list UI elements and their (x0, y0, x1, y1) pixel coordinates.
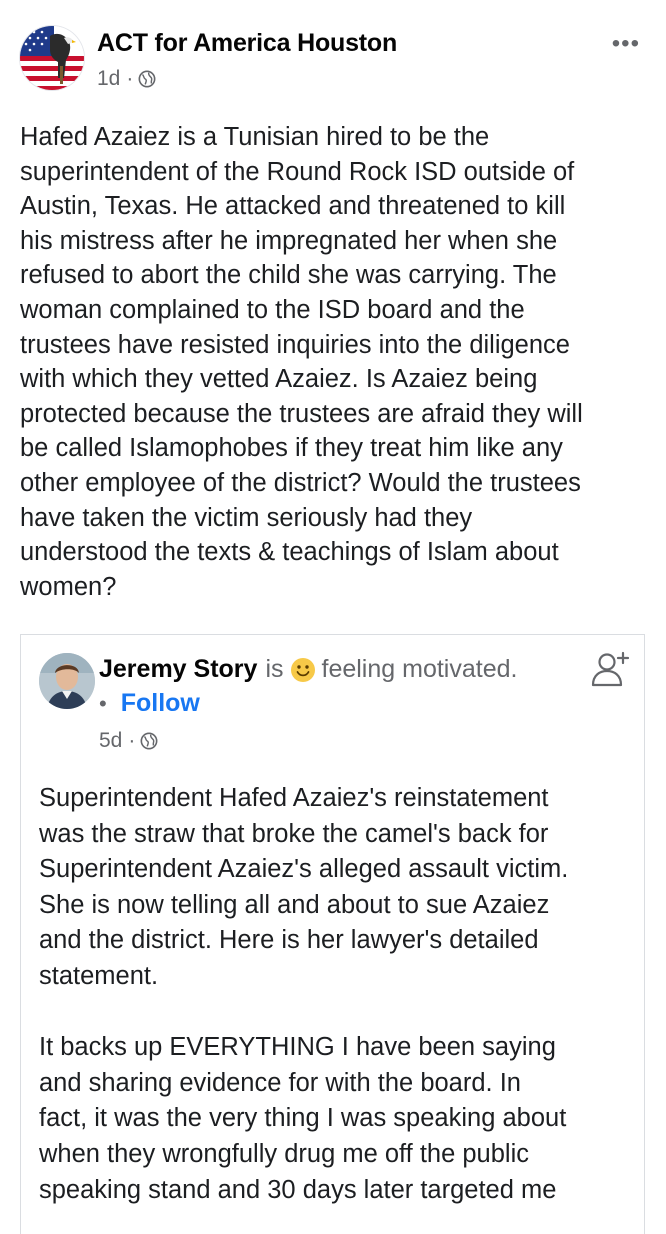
shared-meta-separator: · (128, 729, 136, 752)
follow-button[interactable]: Follow (121, 689, 200, 718)
meta-separator: · (126, 67, 134, 90)
shared-time[interactable]: 5d (99, 729, 122, 753)
globe-icon (140, 732, 158, 750)
post-meta: 1d · (97, 67, 156, 91)
post-body-text: Hafed Azaiez is a Tunisian hired to be t… (20, 123, 583, 601)
post-time[interactable]: 1d (97, 67, 120, 91)
bullet-separator: • (99, 690, 107, 716)
smiling-face-emoji-icon (290, 657, 315, 682)
globe-icon (138, 70, 156, 88)
page-avatar[interactable] (20, 26, 84, 90)
shared-post-card[interactable]: Jeremy Story is feeling motivated. • Fol… (20, 634, 645, 1234)
feeling-text: feeling motivated. (321, 655, 518, 683)
add-friend-icon[interactable] (590, 649, 630, 689)
more-options-icon[interactable]: ••• (612, 30, 640, 58)
page-name[interactable]: ACT for America Houston (97, 29, 397, 58)
profile-photo-avatar-icon (39, 653, 95, 709)
flag-eagle-avatar-icon (20, 26, 84, 90)
shared-is-word: is (265, 655, 284, 683)
shared-header-line: Jeremy Story is feeling motivated. (99, 655, 517, 684)
shared-author-avatar[interactable] (39, 653, 95, 709)
shared-author-name[interactable]: Jeremy Story (99, 655, 257, 684)
follow-line: • Follow (99, 689, 200, 718)
post-header: ACT for America Houston 1d · ••• (0, 0, 666, 110)
shared-meta: 5d · (99, 729, 158, 753)
shared-body-text: Superintendent Hafed Azaiez's reinstatem… (39, 784, 569, 1204)
